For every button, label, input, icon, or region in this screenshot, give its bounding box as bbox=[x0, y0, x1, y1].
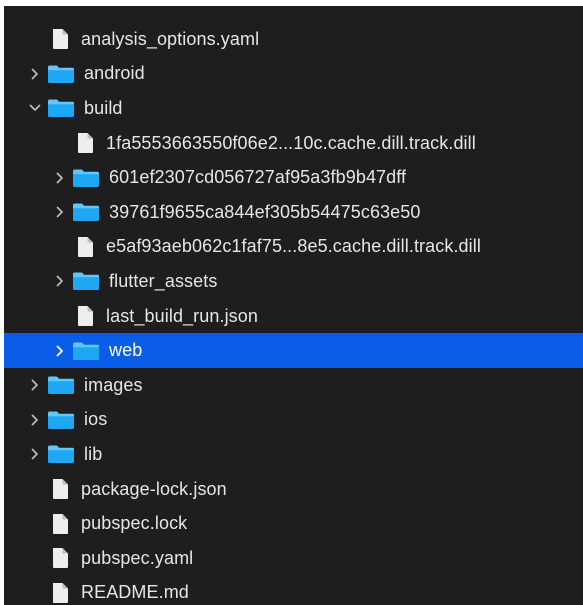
file-row-analysis-options-yaml[interactable]: analysis_options.yaml bbox=[4, 22, 583, 57]
folder-row-images[interactable]: images bbox=[4, 368, 583, 403]
folder-icon bbox=[72, 271, 100, 291]
folder-label: images bbox=[84, 374, 143, 395]
document-icon bbox=[51, 28, 69, 50]
file-row-pubspec-yaml[interactable]: pubspec.yaml bbox=[4, 541, 583, 576]
document-icon bbox=[51, 513, 69, 535]
file-row-package-lock-json[interactable]: package-lock.json bbox=[4, 472, 583, 507]
folder-row-build[interactable]: build bbox=[4, 91, 583, 126]
folder-icon bbox=[72, 341, 100, 361]
folder-label: 601ef2307cd056727af95a3fb9b47dff bbox=[109, 167, 407, 188]
file-label: README.md bbox=[81, 582, 189, 603]
file-browser-panel: analysis_options.yamlandroid build 1fa5553… bbox=[4, 6, 583, 605]
document-icon bbox=[51, 478, 69, 500]
folder-icon bbox=[47, 98, 75, 118]
folder-row-601ef2307cd056727af95a3fb9b47dff[interactable]: 601ef2307cd056727af95a3fb9b47dff bbox=[4, 160, 583, 195]
file-row-readme-md[interactable]: README.md bbox=[4, 576, 583, 605]
document-icon bbox=[51, 547, 69, 569]
file-row-e5af93aeb062c1faf75-8e5-cache-dill-track[interactable]: e5af93aeb062c1faf75...8e5.cache.dill.tra… bbox=[4, 230, 583, 265]
chevron-right-icon[interactable] bbox=[29, 377, 41, 393]
folder-label: 39761f9655ca844ef305b54475c63e50 bbox=[109, 201, 421, 222]
file-label: last_build_run.json bbox=[106, 305, 258, 326]
chevron-down-icon[interactable] bbox=[29, 100, 41, 116]
chevron-right-icon[interactable] bbox=[29, 446, 41, 462]
document-icon bbox=[76, 305, 94, 327]
folder-icon bbox=[47, 64, 75, 84]
folder-row-lib[interactable]: lib bbox=[4, 437, 583, 472]
document-icon bbox=[76, 236, 94, 258]
file-label: analysis_options.yaml bbox=[81, 28, 260, 49]
folder-icon bbox=[72, 168, 100, 188]
file-label: e5af93aeb062c1faf75...8e5.cache.dill.tra… bbox=[106, 236, 481, 257]
folder-row-ios[interactable]: ios bbox=[4, 403, 583, 438]
chevron-right-icon[interactable] bbox=[54, 343, 66, 359]
folder-row-flutter-assets[interactable]: flutter_assets bbox=[4, 264, 583, 299]
file-label: 1fa5553663550f06e2...10c.cache.dill.trac… bbox=[106, 132, 476, 153]
file-label: package-lock.json bbox=[81, 478, 227, 499]
chevron-right-icon[interactable] bbox=[54, 204, 66, 220]
folder-label: android bbox=[84, 63, 145, 84]
file-row-pubspec-lock[interactable]: pubspec.lock bbox=[4, 506, 583, 541]
chevron-right-icon[interactable] bbox=[54, 170, 66, 186]
folder-row-web[interactable]: web bbox=[4, 333, 583, 368]
chevron-right-icon[interactable] bbox=[54, 273, 66, 289]
document-icon bbox=[51, 582, 69, 604]
file-row-1fa5553663550f06e2-10c-cache-dill-track-[interactable]: 1fa5553663550f06e2...10c.cache.dill.trac… bbox=[4, 126, 583, 161]
folder-row-39761f9655ca844ef305b54475c63e50[interactable]: 39761f9655ca844ef305b54475c63e50 bbox=[4, 195, 583, 230]
folder-label: ios bbox=[84, 409, 108, 430]
folder-row-android[interactable]: android bbox=[4, 57, 583, 92]
file-tree: analysis_options.yamlandroid build 1fa5553… bbox=[4, 22, 583, 605]
chevron-right-icon[interactable] bbox=[29, 412, 41, 428]
file-row-last-build-run-json[interactable]: last_build_run.json bbox=[4, 299, 583, 334]
folder-label: build bbox=[84, 97, 123, 118]
folder-label: flutter_assets bbox=[109, 270, 218, 291]
folder-icon bbox=[47, 444, 75, 464]
folder-label: lib bbox=[84, 443, 103, 464]
folder-icon bbox=[72, 202, 100, 222]
folder-icon bbox=[47, 375, 75, 395]
file-label: pubspec.yaml bbox=[81, 547, 194, 568]
chevron-right-icon[interactable] bbox=[29, 66, 41, 82]
folder-icon bbox=[47, 410, 75, 430]
folder-label: web bbox=[109, 340, 143, 361]
file-label: pubspec.lock bbox=[81, 513, 188, 534]
document-icon bbox=[76, 132, 94, 154]
